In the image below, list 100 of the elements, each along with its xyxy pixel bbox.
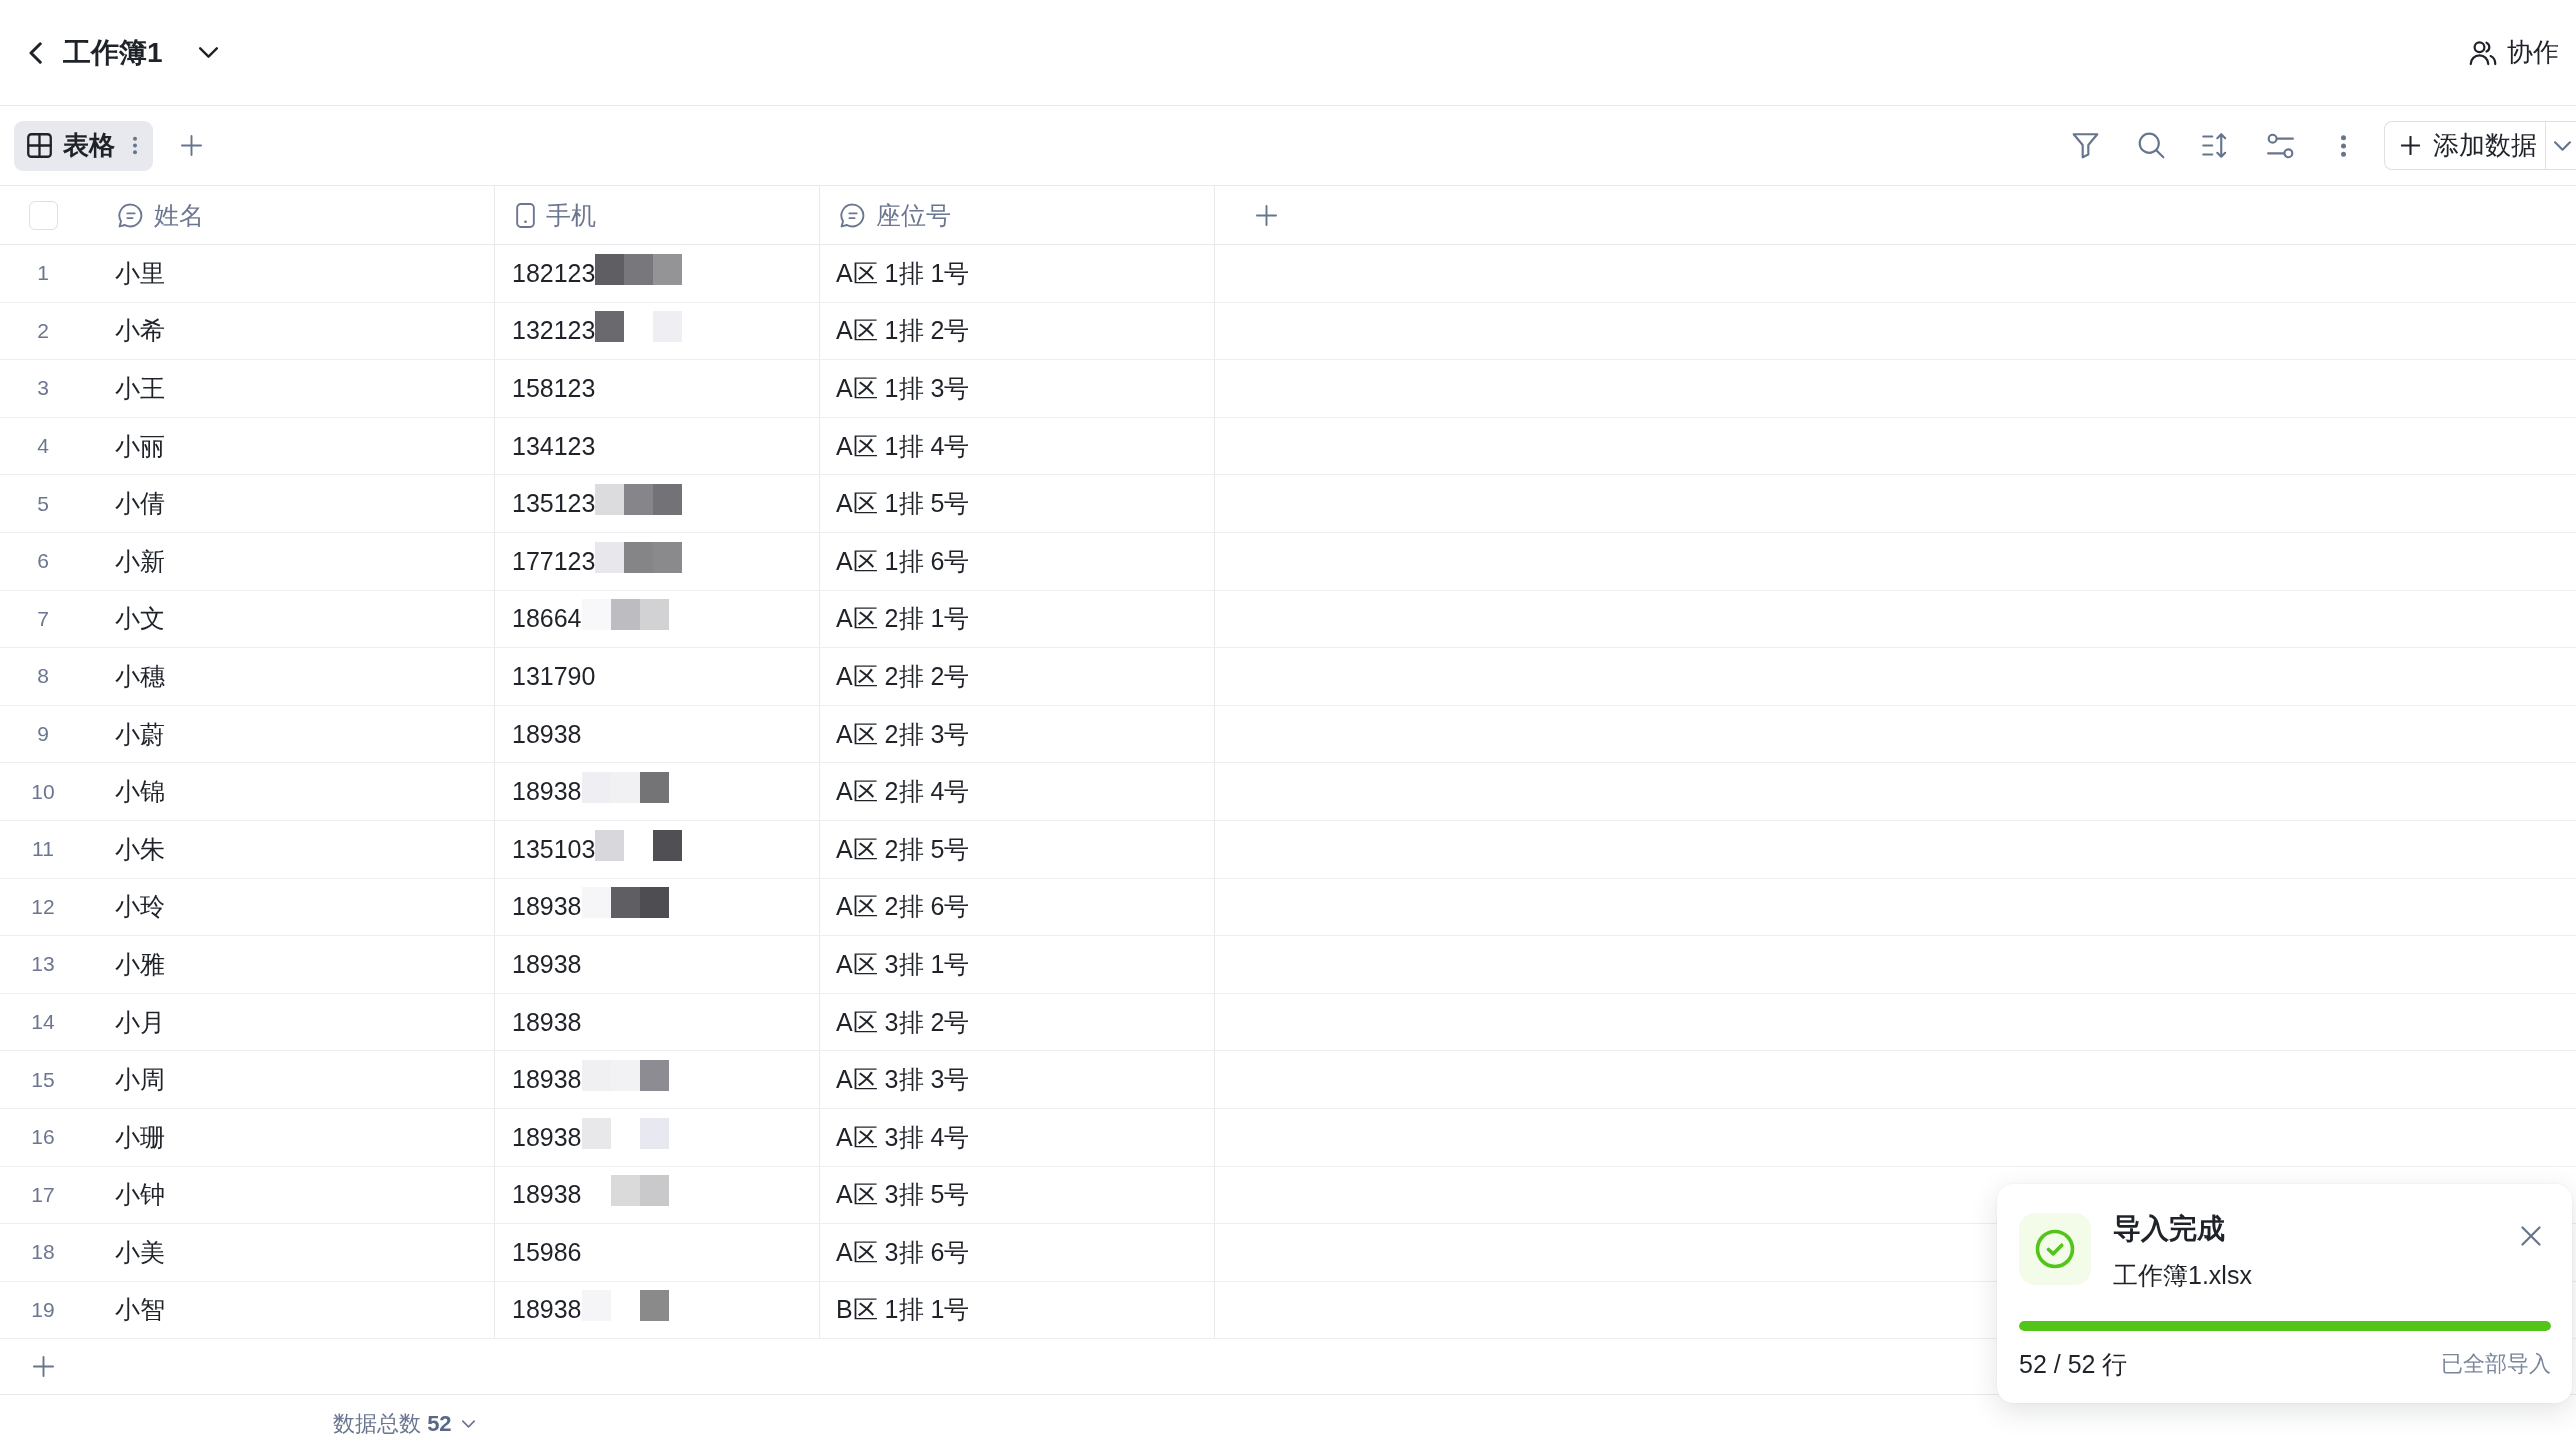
search-icon[interactable] (2138, 132, 2165, 159)
table-cell: 小雅 (86, 936, 495, 993)
table-cell: A区 2排 4号 (820, 763, 1215, 820)
table-cell: A区 2排 5号 (820, 820, 1215, 878)
phone-number: 132123 (512, 316, 596, 346)
filter-icon[interactable] (2072, 132, 2099, 159)
bubble-icon (840, 202, 865, 228)
table-cell: A区 3排 1号 (820, 936, 1215, 993)
phone-number: 18938 (512, 719, 582, 749)
table-cell: 小文 (86, 590, 495, 648)
table-cell: 小钟 (86, 1166, 495, 1224)
collaborate-button[interactable]: 协作 (2469, 35, 2559, 70)
table-cell: 小倩 (86, 475, 495, 532)
table-grid-icon (27, 133, 52, 158)
table-cell: A区 2排 6号 (820, 878, 1215, 936)
phone-number: 18938 (512, 1007, 582, 1037)
row-number: 12 (31, 894, 55, 919)
table-cell: A区 3排 3号 (820, 1051, 1215, 1108)
table-cell: 小美 (86, 1224, 495, 1281)
table-cell: 小里 (86, 245, 495, 302)
table-cell: 小珊 (86, 1108, 495, 1166)
close-icon[interactable] (2521, 1226, 2541, 1246)
table-cell: A区 1排 1号 (820, 245, 1215, 302)
table-cell: 小蔚 (86, 705, 495, 763)
table-cell: 小月 (86, 993, 495, 1051)
people-icon (2469, 39, 2497, 66)
table-cell: A区 1排 2号 (820, 302, 1215, 360)
row-number: 9 (37, 722, 49, 747)
table-cell: 小周 (86, 1051, 495, 1108)
phone-number: 135103 (512, 834, 596, 864)
sort-icon[interactable] (2202, 132, 2227, 159)
phone-number: 18938 (512, 1295, 582, 1325)
table-cell: A区 3排 4号 (820, 1108, 1215, 1166)
table-cell: A区 1排 6号 (820, 532, 1215, 590)
phone-number: 18664 (512, 604, 582, 634)
chevron-down-icon[interactable] (198, 47, 218, 58)
phone-number: 18938 (512, 1180, 582, 1210)
phone-number: 18938 (512, 949, 582, 979)
phone-number: 135123 (512, 489, 596, 519)
row-number: 14 (31, 1010, 55, 1034)
row-number: 15 (31, 1067, 55, 1092)
table-cell: A区 3排 6号 (820, 1224, 1215, 1281)
phone-number: 18938 (512, 892, 582, 922)
table-cell: 小穗 (86, 648, 495, 705)
row-number: 1 (37, 261, 49, 286)
table-cell: B区 1排 1号 (820, 1281, 1215, 1339)
row-number: 5 (37, 491, 49, 516)
row-number: 7 (37, 606, 49, 631)
phone-number: 18938 (512, 1065, 582, 1095)
add-data-menu-button[interactable] (2545, 121, 2576, 170)
row-number: 3 (37, 376, 49, 401)
row-number: 18 (31, 1240, 55, 1265)
bubble-icon (118, 202, 143, 228)
row-number: 11 (32, 837, 54, 862)
phone-number: 18938 (512, 777, 582, 807)
view-tab[interactable]: 表格 (14, 120, 153, 171)
file-name: 工作簿1.xlsx (2113, 1260, 2252, 1291)
table-cell: 小锦 (86, 763, 495, 820)
phone-number: 182123 (512, 258, 596, 288)
table-cell: 小王 (86, 360, 495, 417)
plus-icon[interactable] (2401, 136, 2420, 155)
phone-number: 18938 (512, 1122, 582, 1152)
row-number: 19 (31, 1298, 55, 1322)
table-cell: A区 1排 4号 (820, 417, 1215, 475)
table-cell: 小丽 (86, 417, 495, 475)
table-cell: 小新 (86, 532, 495, 590)
chevron-left-icon[interactable] (28, 41, 43, 64)
table-cell: 小智 (86, 1281, 495, 1339)
more-icon[interactable] (133, 136, 137, 155)
chevron-down-icon (2554, 140, 2571, 151)
add-data-button[interactable]: 添加数据 (2384, 121, 2545, 170)
row-count: 52 / 52 行 (2019, 1349, 2128, 1379)
chevron-down-icon (461, 1419, 475, 1428)
phone-icon (516, 202, 535, 228)
table-cell: A区 3排 5号 (820, 1166, 1215, 1224)
table-cell: A区 2排 1号 (820, 590, 1215, 648)
phone-number: 15986 (512, 1237, 582, 1267)
more-icon[interactable] (2341, 134, 2346, 157)
table-cell: A区 2排 2号 (820, 648, 1215, 705)
toast-title: 导入完成 (2113, 1212, 2226, 1246)
row-number: 8 (37, 664, 49, 689)
row-number: 16 (31, 1125, 55, 1150)
phone-number: 131790 (512, 661, 596, 691)
table-cell: A区 1排 5号 (820, 475, 1215, 532)
table-cell: A区 3排 2号 (820, 993, 1215, 1051)
table-cell: 小朱 (86, 820, 495, 878)
row-number: 17 (31, 1182, 55, 1207)
row-number: 13 (31, 952, 55, 977)
table-cell: 小玲 (86, 878, 495, 936)
row-number: 6 (37, 549, 49, 574)
phone-number: 158123 (512, 374, 596, 403)
phone-number: 134123 (512, 431, 596, 461)
workbook-title: 工作簿1 (63, 35, 163, 70)
record-count-button[interactable]: 数据总数 52 (333, 1408, 475, 1439)
select-all-checkbox[interactable] (28, 200, 58, 230)
row-number: 2 (37, 318, 49, 343)
import-status: 已全部导入 (2441, 1350, 2551, 1378)
sliders-icon[interactable] (2267, 132, 2294, 159)
table-cell: A区 2排 3号 (820, 705, 1215, 763)
table-cell: A区 1排 3号 (820, 360, 1215, 417)
